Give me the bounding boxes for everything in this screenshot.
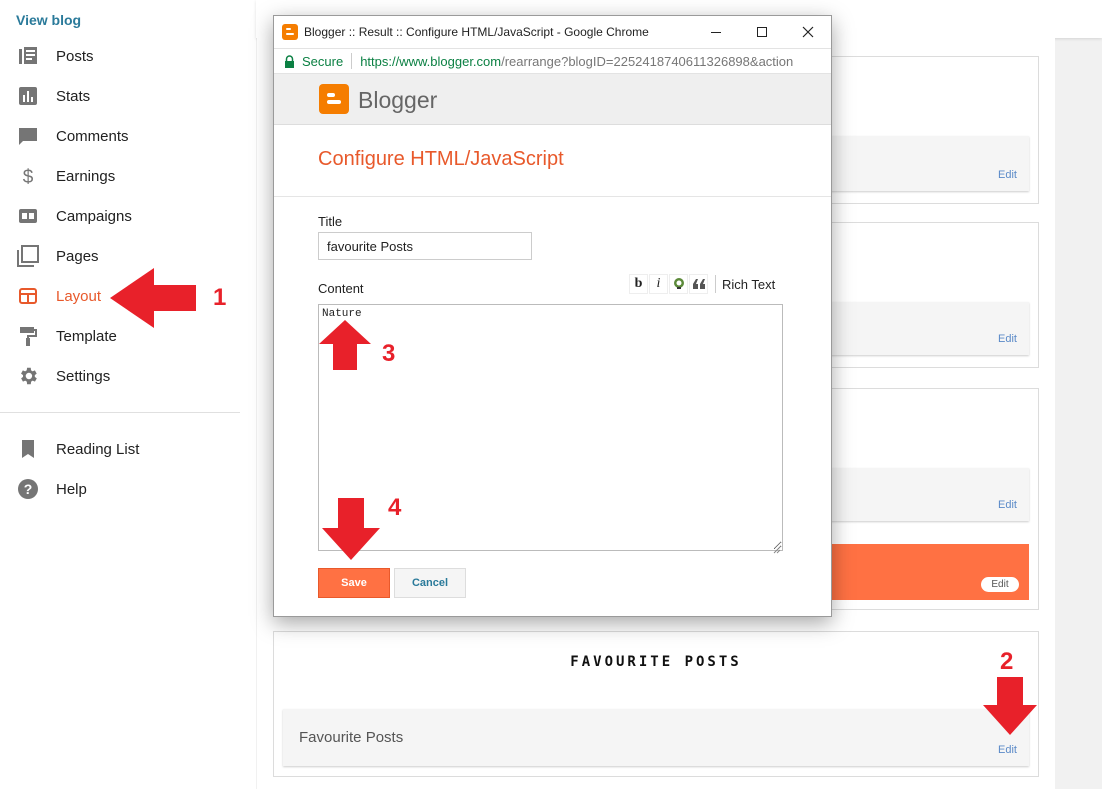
sidebar-item-label: Settings — [56, 367, 111, 385]
window-title: Blogger :: Result :: Configure HTML/Java… — [304, 25, 649, 39]
sidebar-item-pages[interactable]: Pages — [16, 242, 240, 270]
italic-button[interactable]: i — [649, 274, 668, 294]
sidebar-item-label: Reading List — [56, 440, 140, 458]
favourite-posts-edit-link[interactable]: Edit — [998, 744, 1017, 756]
favourite-posts-gadget: Favourite Posts Edit — [283, 709, 1029, 766]
link-icon — [673, 278, 684, 289]
sidebar-item-earnings[interactable]: $ Earnings — [16, 162, 240, 190]
annotation-arrow-down-icon — [322, 498, 380, 560]
sidebar: View blog Posts Stats Comments $ Earning… — [0, 0, 256, 789]
pages-icon — [16, 244, 40, 268]
annotation-number: 4 — [388, 494, 402, 521]
annotation-arrow-down-icon — [983, 677, 1037, 735]
bookmark-icon — [16, 437, 40, 461]
sidebar-divider — [0, 412, 240, 413]
view-blog-link[interactable]: View blog — [16, 12, 81, 28]
sidebar-item-reading-list[interactable]: Reading List — [16, 435, 240, 463]
toolbar-separator — [715, 275, 716, 293]
annotation-arrow-up-icon — [319, 320, 371, 370]
rich-text-toggle[interactable]: Rich Text — [722, 277, 775, 292]
blockquote-button[interactable] — [689, 274, 708, 294]
sidebar-item-comments[interactable]: Comments — [16, 122, 240, 150]
title-label: Title — [318, 214, 343, 229]
section-title: FAVOURITE POSTS — [570, 654, 742, 670]
sidebar-item-label: Layout — [56, 287, 102, 305]
minimize-button[interactable] — [693, 16, 739, 48]
url-path: /rearrange?blogID=2252418740611326898&ac… — [501, 53, 794, 69]
sidebar-item-label: Posts — [56, 47, 94, 65]
address-bar[interactable]: Secure https://www.blogger.com /rearrang… — [274, 48, 831, 74]
cancel-button[interactable]: Cancel — [394, 568, 466, 598]
annotation-number: 1 — [213, 284, 227, 311]
gadget-edit-link[interactable]: Edit — [998, 333, 1017, 345]
sidebar-item-label: Campaigns — [56, 207, 132, 225]
window-titlebar: Blogger :: Result :: Configure HTML/Java… — [274, 16, 831, 48]
link-button[interactable] — [669, 274, 688, 294]
rich-text-toolbar: b i Rich Text — [629, 273, 775, 295]
help-icon: ? — [16, 477, 40, 501]
sidebar-item-help[interactable]: ? Help — [16, 475, 240, 503]
gear-icon — [16, 364, 40, 388]
bold-button[interactable]: b — [629, 274, 648, 294]
sidebar-item-label: Comments — [56, 127, 129, 145]
close-icon — [802, 26, 814, 38]
resize-grip-icon[interactable] — [773, 541, 781, 554]
sidebar-item-label: Stats — [56, 87, 91, 105]
gadget-edit-link[interactable]: Edit — [998, 169, 1017, 181]
sidebar-item-settings[interactable]: Settings — [16, 362, 240, 390]
dollar-icon: $ — [16, 164, 40, 188]
sidebar-item-posts[interactable]: Posts — [16, 42, 240, 70]
sidebar-item-stats[interactable]: Stats — [16, 82, 240, 110]
annotation-number: 2 — [1000, 648, 1014, 675]
comments-icon — [16, 124, 40, 148]
gadget-label: Favourite Posts — [299, 729, 404, 746]
svg-text:$: $ — [23, 167, 34, 186]
sidebar-item-campaigns[interactable]: Campaigns — [16, 202, 240, 230]
title-input[interactable] — [318, 232, 532, 260]
quote-icon — [692, 279, 705, 289]
address-separator — [351, 53, 353, 69]
secure-label: Secure — [302, 53, 344, 69]
gadget-edit-link[interactable]: Edit — [998, 499, 1017, 511]
url-host: https://www.blogger.com — [360, 53, 502, 69]
paint-roller-icon — [16, 324, 40, 348]
content-label: Content — [318, 281, 364, 296]
blogger-wordmark: Blogger — [358, 87, 438, 113]
blogger-header: Blogger — [274, 74, 831, 125]
blogger-favicon-icon — [282, 24, 298, 40]
ad-icon — [16, 204, 40, 228]
maximize-button[interactable] — [739, 16, 785, 48]
layout-icon — [16, 284, 40, 308]
heading-divider — [274, 196, 831, 197]
sidebar-item-label: Template — [56, 327, 117, 345]
svg-text:?: ? — [24, 481, 33, 497]
lock-icon — [284, 54, 296, 68]
gadget-edit-button[interactable]: Edit — [981, 577, 1019, 592]
annotation-arrow-left-icon — [110, 268, 196, 328]
sidebar-item-label: Help — [56, 480, 87, 498]
close-button[interactable] — [785, 16, 831, 48]
posts-icon — [16, 44, 40, 68]
annotation-number: 3 — [382, 340, 396, 367]
blogger-logo-icon — [319, 84, 349, 114]
sidebar-item-label: Earnings — [56, 167, 116, 185]
dialog-heading: Configure HTML/JavaScript — [318, 148, 564, 170]
save-button[interactable]: Save — [318, 568, 390, 598]
sidebar-item-label: Pages — [56, 247, 99, 265]
stats-icon — [16, 84, 40, 108]
